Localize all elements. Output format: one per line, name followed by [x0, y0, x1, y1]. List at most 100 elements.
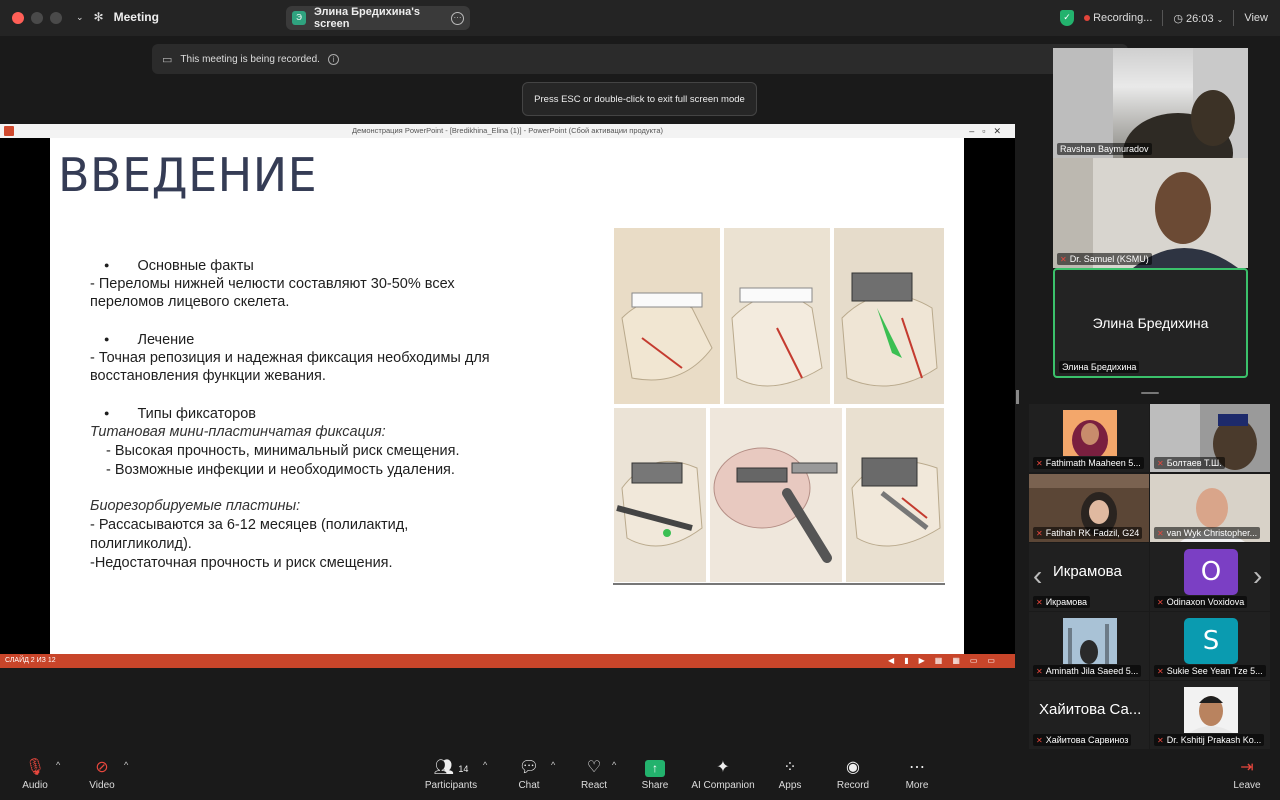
record-label: Record	[836, 780, 870, 791]
mic-muted-icon: ✕	[1036, 459, 1043, 468]
video-tile[interactable]: S ✕ Sukie See Yean Tze 5...	[1150, 612, 1270, 680]
share-button[interactable]: ↑ Share	[620, 758, 690, 791]
participant-name-text: van Wyk Christopher...	[1166, 528, 1258, 538]
video-tile[interactable]: ✕ Болтаев Т.Ш.	[1150, 404, 1270, 472]
mic-muted-icon: ✕	[1157, 667, 1164, 676]
video-tile[interactable]: ✕ Fatihah RK Fadzil, G24	[1029, 474, 1149, 542]
audio-label: Audio	[22, 780, 48, 791]
video-tile[interactable]: ✕ van Wyk Christopher...	[1150, 474, 1270, 542]
slide-text-line: восстановления функции жевания.	[90, 368, 326, 384]
slide-text-line: - Точная репозиция и надежная фиксация н…	[90, 350, 490, 366]
meeting-menu[interactable]: ⌄ ✻ Meeting	[76, 10, 159, 24]
security-shield-icon[interactable]: ✓	[1060, 10, 1075, 26]
mic-muted-icon: ✕	[1036, 736, 1043, 745]
chevron-down-icon: ⌄	[1216, 14, 1224, 24]
share-label: Share	[641, 780, 669, 791]
fullscreen-exit-tooltip: Press ESC or double-click to exit full s…	[522, 82, 757, 116]
participant-name-text: Fathimath Maaheen 5...	[1045, 458, 1141, 468]
participants-options-caret[interactable]: ^	[483, 760, 487, 770]
apps-button[interactable]: ⁘ Apps	[755, 758, 825, 791]
powerpoint-status-bar: СЛАЙД 2 ИЗ 12 ◀▮▶▦▦▭▭	[0, 654, 1015, 668]
view-button[interactable]: View	[1244, 12, 1268, 24]
mic-muted-icon: ✕	[1157, 736, 1164, 745]
more-options-icon[interactable]: ···	[451, 11, 464, 25]
panel-resize-handle[interactable]	[1016, 390, 1019, 404]
leave-label: Leave	[1233, 780, 1261, 791]
video-tile[interactable]: ✕ Dr. Samuel (KSMU)	[1053, 158, 1248, 268]
more-label: More	[905, 780, 929, 791]
timer-value: 26:03	[1186, 12, 1214, 25]
top-bar: ⌄ ✻ Meeting Э Элина Бредихина's screen ·…	[0, 0, 1280, 36]
participants-label: Participants	[424, 780, 478, 791]
video-tile[interactable]: ✕ Dr. Kshitij Prakash Ko...	[1150, 681, 1270, 749]
participant-video	[1053, 48, 1248, 158]
slide-text-line: -Недостаточная прочность и риск смещения…	[90, 555, 393, 571]
participant-video	[1053, 158, 1248, 268]
panel-5	[710, 408, 842, 582]
video-tile[interactable]: Ravshan Baymuradov	[1053, 48, 1248, 158]
audio-options-caret[interactable]: ^	[56, 760, 60, 770]
mic-muted-icon: ✕	[1036, 598, 1043, 607]
ai-companion-button[interactable]: ✦ AI Companion	[688, 758, 758, 791]
slide-bullet-heading: Основные факты	[90, 258, 253, 274]
participant-avatar: S	[1184, 618, 1238, 664]
info-icon[interactable]: i	[327, 53, 339, 65]
recording-status[interactable]: Recording...	[1084, 12, 1152, 24]
panel-drag-handle[interactable]	[1141, 392, 1159, 394]
powerpoint-window-controls[interactable]: –▫✕	[969, 124, 1009, 138]
recording-dot-icon	[1084, 15, 1091, 21]
participant-avatar	[1063, 410, 1117, 460]
participant-name: ✕ Sukie See Yean Tze 5...	[1154, 665, 1266, 677]
chat-options-caret[interactable]: ^	[551, 760, 555, 770]
video-tile[interactable]: Хайитова Са... ✕ Хайитова Сарвиноз	[1029, 681, 1149, 749]
meeting-timer[interactable]: ◷ 26:03 ⌄	[1173, 12, 1223, 25]
react-button[interactable]: ♡ React	[559, 758, 629, 791]
sharer-avatar: Э	[292, 11, 306, 25]
participants-button[interactable]: 👥︎ 14 Participants	[416, 758, 486, 791]
screen-share-pill[interactable]: Э Элина Бредихина's screen ···	[286, 6, 470, 30]
record-icon: ◉	[846, 759, 860, 776]
participant-name-text: Odinaxon Voxidova	[1166, 597, 1245, 607]
paw-icon: ✻	[93, 10, 104, 24]
video-tile[interactable]: ✕ Fathimath Maaheen 5...	[1029, 404, 1149, 472]
slideshow-controls[interactable]: ◀▮▶▦▦▭▭	[888, 654, 1005, 668]
slide-title: ВВЕДЕНИЕ	[58, 148, 318, 202]
participant-display-name: Элина Бредихина	[1092, 315, 1209, 331]
video-tile[interactable]: Икрамова ✕ Икрамова	[1029, 543, 1149, 611]
participant-name: ✕ Fathimath Maaheen 5...	[1033, 457, 1144, 469]
panel-2	[724, 228, 830, 404]
record-camera-icon: ▭	[162, 53, 173, 66]
window-maximize-button[interactable]	[50, 12, 62, 24]
more-icon: ⋯	[909, 759, 925, 776]
recording-label: Recording...	[1093, 12, 1153, 24]
video-options-caret[interactable]: ^	[124, 760, 128, 770]
slide-text-line: Титановая мини-пластинчатая фиксация:	[90, 424, 386, 440]
more-button[interactable]: ⋯ More	[882, 758, 952, 791]
video-tile[interactable]: O ✕ Odinaxon Voxidova	[1150, 543, 1270, 611]
video-tile[interactable]: ✕ Aminath Jila Saeed 5...	[1029, 612, 1149, 680]
shared-screen: Демонстрация PowerPoint - [Bredikhina_El…	[0, 124, 1015, 668]
chevron-right-icon[interactable]: ›	[1253, 560, 1262, 592]
react-label: React	[580, 780, 608, 791]
window-close-button[interactable]	[12, 12, 24, 24]
participant-name: ✕ Dr. Kshitij Prakash Ko...	[1154, 734, 1265, 746]
top-right-controls: ✓ Recording... ◷ 26:03 ⌄ View	[1060, 8, 1268, 28]
share-screen-icon: ↑	[620, 758, 690, 778]
person-photo	[1063, 410, 1117, 460]
react-options-caret[interactable]: ^	[612, 760, 616, 770]
mic-muted-icon: ✕	[1060, 255, 1067, 264]
slide-bullet-heading: Лечение	[90, 332, 194, 348]
chevron-left-icon[interactable]: ‹	[1033, 560, 1042, 592]
leave-button[interactable]: ⇥ Leave	[1212, 758, 1280, 791]
video-label: Video	[89, 780, 115, 791]
participants-icon: 👥︎ 14	[433, 759, 469, 776]
apps-label: Apps	[778, 780, 802, 791]
record-button[interactable]: ◉ Record	[818, 758, 888, 791]
window-minimize-button[interactable]	[31, 12, 43, 24]
active-speaker-tile[interactable]: Элина Бредихина Элина Бредихина	[1053, 268, 1248, 378]
leave-door-icon: ⇥	[1240, 759, 1254, 776]
participant-name-text: Икрамова	[1045, 597, 1087, 607]
powerpoint-window-title: Демонстрация PowerPoint - [Bredikhina_El…	[351, 126, 664, 135]
participant-name-text: Хайитова Сарвиноз	[1045, 735, 1129, 745]
participant-name: ✕ van Wyk Christopher...	[1154, 527, 1261, 539]
